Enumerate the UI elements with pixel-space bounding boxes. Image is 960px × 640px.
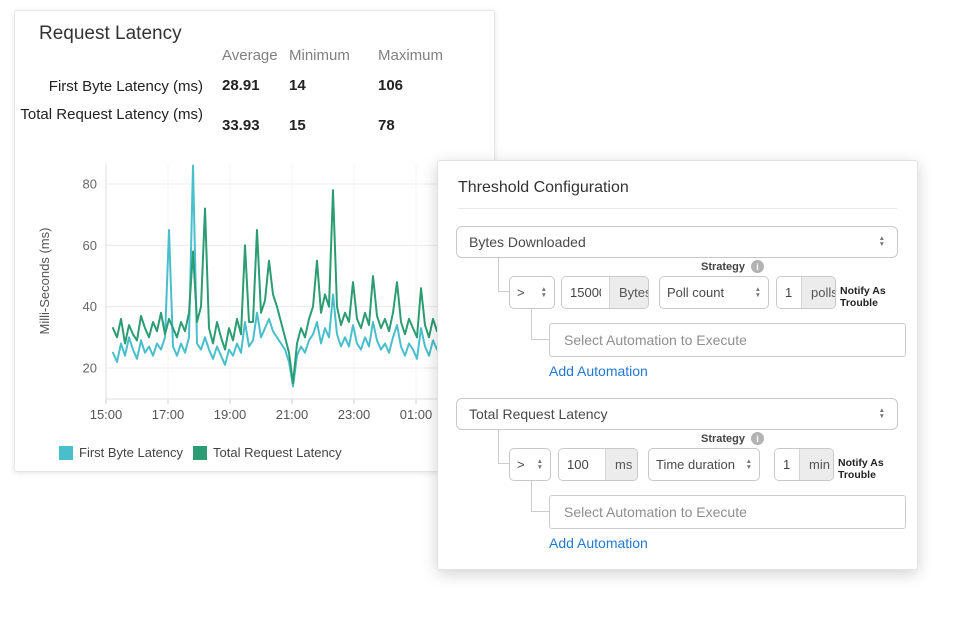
request-latency-panel: Request Latency Average Minimum Maximum … — [14, 10, 495, 472]
notify-as-trouble-label: Notify As Trouble — [838, 457, 917, 481]
stats-col-maximum: Maximum — [378, 47, 443, 64]
y-axis-title: Milli-Seconds (ms) — [37, 228, 52, 335]
strategy-value-group: polls — [776, 276, 836, 309]
stats-cell: 78 — [378, 117, 395, 134]
legend-label: Total Request Latency — [213, 445, 342, 460]
info-icon[interactable] — [751, 432, 764, 445]
stats-cell: 15 — [289, 117, 306, 134]
tree-connector — [531, 309, 549, 340]
stats-cell: 28.91 — [222, 77, 260, 94]
tree-connector — [498, 430, 509, 464]
stats-row-label: Total Request Latency (ms) — [15, 105, 203, 124]
x-tick-label: 17:00 — [152, 407, 185, 422]
attribute-select-total-request-latency[interactable]: Total Request Latency — [456, 398, 898, 430]
threshold-value-group: Bytes — [561, 276, 649, 309]
select-arrows-icon — [746, 459, 752, 471]
threshold-value-input[interactable] — [562, 277, 609, 308]
legend-swatch-icon — [193, 446, 207, 460]
stats-cell: 14 — [289, 77, 306, 94]
strategy-text: Strategy — [701, 433, 745, 445]
panel-title: Threshold Configuration — [458, 179, 629, 197]
chart-legend: First Byte Latency Total Request Latency — [59, 445, 342, 460]
x-tick-label: 01:00 — [400, 407, 433, 422]
strategy-value-input[interactable] — [775, 449, 799, 480]
strategy-select[interactable]: Poll count — [659, 276, 769, 309]
notify-as-trouble-label: Notify As Trouble — [840, 285, 917, 309]
stats-col-average: Average — [222, 47, 278, 64]
select-arrows-icon — [541, 287, 547, 299]
strategy-select[interactable]: Time duration — [648, 448, 760, 481]
operator-select[interactable]: > — [509, 276, 555, 309]
add-automation-link[interactable]: Add Automation — [549, 363, 648, 379]
threshold-configuration-panel: Threshold Configuration Bytes Downloaded… — [437, 160, 918, 570]
automation-placeholder: Select Automation to Execute — [564, 332, 747, 348]
strategy-text: Strategy — [701, 261, 745, 273]
x-tick-label: 15:00 — [90, 407, 123, 422]
unit-addon: Bytes — [609, 277, 649, 308]
stats-row-label: First Byte Latency (ms) — [15, 77, 203, 96]
selected-strategy: Poll count — [667, 285, 724, 300]
y-tick-label: 80 — [83, 177, 97, 192]
selected-operator: > — [517, 457, 525, 472]
strategy-value-group: min — [774, 448, 834, 481]
unit-addon: ms — [605, 449, 638, 480]
info-icon[interactable] — [751, 260, 764, 273]
panel-title: Request Latency — [39, 23, 182, 45]
stats-cell: 33.93 — [222, 117, 260, 134]
strategy-value-input[interactable] — [777, 277, 801, 308]
selected-attribute: Total Request Latency — [469, 406, 608, 422]
select-arrows-icon — [879, 236, 885, 248]
automation-select[interactable]: Select Automation to Execute — [549, 323, 906, 357]
threshold-value-group: ms — [558, 448, 638, 481]
stats-col-minimum: Minimum — [289, 47, 350, 64]
x-tick-label: 23:00 — [338, 407, 371, 422]
select-arrows-icon — [879, 408, 885, 420]
divider — [458, 208, 897, 209]
unit-addon: min — [799, 449, 834, 480]
threshold-value-input[interactable] — [559, 449, 605, 480]
series-line — [113, 166, 493, 387]
x-tick-label: 21:00 — [276, 407, 309, 422]
screen: Request Latency Average Minimum Maximum … — [0, 0, 960, 640]
legend-label: First Byte Latency — [79, 445, 183, 460]
selected-attribute: Bytes Downloaded — [469, 234, 586, 250]
stats-cell: 106 — [378, 77, 403, 94]
automation-placeholder: Select Automation to Execute — [564, 504, 747, 520]
legend-item-first-byte: First Byte Latency — [59, 445, 183, 460]
y-tick-label: 40 — [83, 299, 97, 314]
selected-strategy: Time duration — [656, 457, 735, 472]
add-automation-link[interactable]: Add Automation — [549, 535, 648, 551]
attribute-select-bytes-downloaded[interactable]: Bytes Downloaded — [456, 226, 898, 258]
unit-addon: polls — [801, 277, 836, 308]
strategy-label: Strategy — [701, 432, 764, 445]
tree-connector — [498, 258, 509, 292]
select-arrows-icon — [755, 287, 761, 299]
legend-swatch-icon — [59, 446, 73, 460]
latency-line-chart: 20 40 60 80 15:00 17:00 19:00 21:00 23:00 01:00 Mi… — [15, 161, 496, 423]
tree-connector — [531, 481, 549, 512]
automation-select[interactable]: Select Automation to Execute — [549, 495, 906, 529]
selected-operator: > — [517, 285, 525, 300]
legend-item-total-request: Total Request Latency — [193, 445, 342, 460]
strategy-label: Strategy — [701, 260, 764, 273]
x-tick-label: 19:00 — [214, 407, 247, 422]
operator-select[interactable]: > — [509, 448, 551, 481]
y-tick-label: 20 — [83, 361, 97, 376]
select-arrows-icon — [537, 459, 543, 471]
y-tick-label: 60 — [83, 238, 97, 253]
